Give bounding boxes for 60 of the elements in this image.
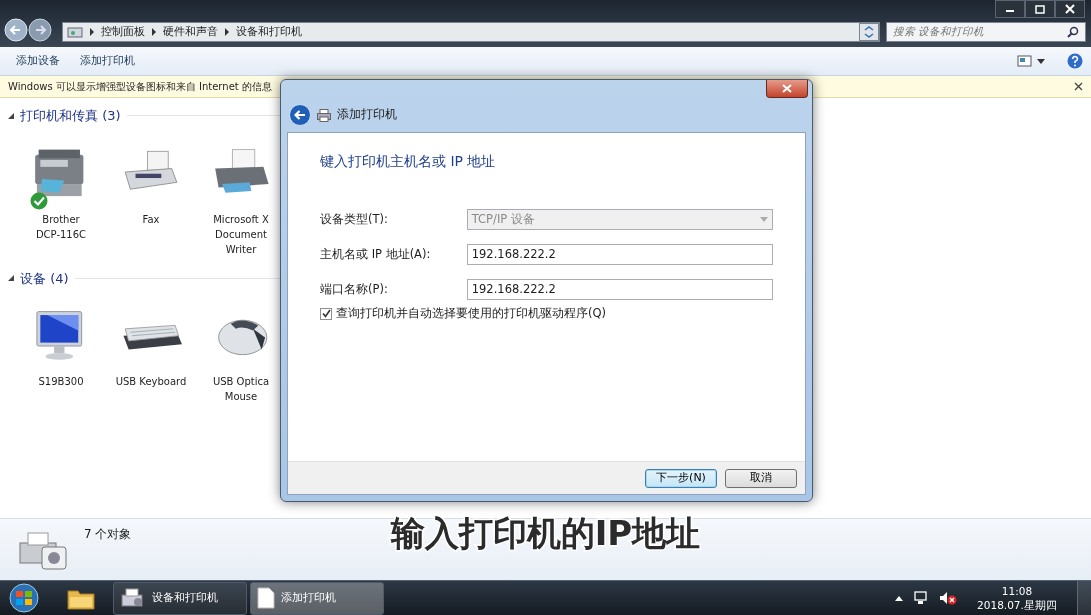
forward-icon[interactable]: [28, 18, 52, 42]
next-button[interactable]: 下一步(N): [645, 468, 717, 488]
caret-icon: [760, 217, 768, 222]
refresh-icon[interactable]: [859, 23, 879, 41]
device-label[interactable]: Microsoft X Document Writer: [213, 211, 269, 257]
clock[interactable]: 11:08 2018.07.星期四: [967, 584, 1067, 612]
printer-icon: [317, 108, 331, 122]
search-field[interactable]: 搜索 设备和打印机: [893, 24, 1067, 40]
toolbar-button[interactable]: 添加设备: [8, 49, 68, 73]
chevron-icon: [89, 28, 95, 36]
close-icon[interactable]: [1063, 3, 1077, 15]
input-field[interactable]: 192.168.222.2: [466, 244, 773, 265]
help-icon[interactable]: [1067, 53, 1083, 69]
chevron-icon: [151, 28, 157, 36]
taskbar-button[interactable]: 添加打印机: [250, 581, 384, 615]
chevron-up-icon[interactable]: [895, 595, 903, 601]
device-label[interactable]: USB Keyboard: [115, 374, 187, 389]
checkmark-icon: [30, 191, 48, 210]
restore-icon[interactable]: [1033, 3, 1047, 15]
checkbox[interactable]: [320, 307, 332, 320]
taskbar-button[interactable]: 设备和打印机: [113, 581, 247, 615]
device-label[interactable]: S19B300: [38, 374, 84, 389]
caret-icon[interactable]: [1037, 58, 1045, 64]
back-icon[interactable]: [289, 104, 311, 126]
breadcrumb-item[interactable]: 设备和打印机: [236, 23, 302, 41]
network-icon[interactable]: [913, 591, 929, 605]
search-icon: [1067, 26, 1079, 38]
input-field[interactable]: 192.168.222.2: [466, 279, 773, 300]
info-bar-message[interactable]: Windows 可以显示增强型设备图标和来自 Internet 的信息: [8, 79, 272, 94]
checkbox-label[interactable]: 查询打印机并自动选择要使用的打印机驱动程序(Q): [336, 305, 607, 323]
device-label[interactable]: USB Optica Mouse: [212, 374, 270, 404]
close-icon[interactable]: [1074, 82, 1083, 91]
back-icon[interactable]: [4, 18, 28, 42]
close-icon: [782, 84, 792, 93]
field-label: 端口名称(P):: [320, 280, 389, 298]
search-box[interactable]: 搜索 设备和打印机: [886, 22, 1086, 42]
group-header[interactable]: 设备 (4): [20, 268, 69, 288]
cancel-button[interactable]: 取消: [725, 468, 797, 488]
printer-icon: [120, 587, 146, 609]
dialog-title: 添加打印机: [337, 106, 397, 124]
device-label[interactable]: Fax: [142, 211, 160, 227]
checkmark-icon: [321, 309, 331, 319]
document-icon: [257, 587, 275, 609]
view-icon[interactable]: [1017, 54, 1033, 68]
field-label: 主机名或 IP 地址(A):: [320, 245, 432, 263]
subtitle-caption: 输入打印机的IP地址: [390, 513, 701, 553]
collapse-icon[interactable]: [8, 275, 14, 282]
breadcrumb-item[interactable]: 控制面板: [101, 23, 145, 41]
object-count: 7 个对象: [84, 526, 132, 543]
toolbar-button[interactable]: 添加打印机: [72, 49, 143, 73]
dialog-heading: 键入打印机主机名或 IP 地址: [320, 152, 497, 171]
collapse-icon[interactable]: [8, 112, 14, 119]
group-header[interactable]: 打印机和传真 (3): [20, 106, 121, 126]
chevron-icon: [224, 28, 230, 36]
close-button[interactable]: [766, 80, 808, 98]
device-label[interactable]: Brother DCP-116C: [35, 211, 87, 242]
speaker-muted-icon[interactable]: [939, 591, 957, 605]
control-panel-icon: [67, 25, 83, 39]
breadcrumb-item[interactable]: 硬件和声音: [163, 23, 218, 41]
field-label: 设备类型(T):: [320, 210, 389, 228]
